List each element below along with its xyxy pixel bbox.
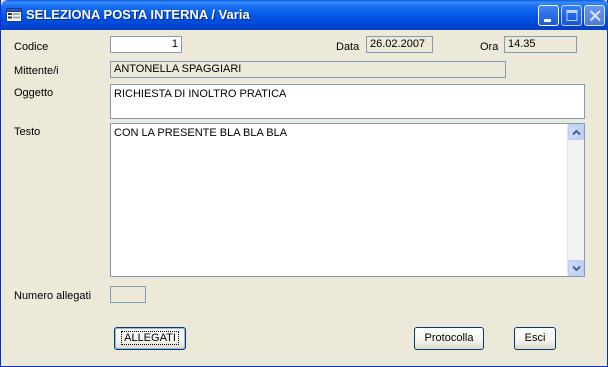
minimize-icon xyxy=(544,19,551,22)
data-field[interactable]: 26.02.2007 xyxy=(366,36,433,53)
allegati-button-label: ALLEGATI xyxy=(121,331,179,345)
dialog-window: SELEZIONA POSTA INTERNA / Varia Codice 1… xyxy=(0,0,608,367)
data-label: Data xyxy=(336,41,360,53)
oggetto-label: Oggetto xyxy=(14,87,54,99)
oggetto-field[interactable]: RICHIESTA DI INOLTRO PRATICA xyxy=(110,84,585,119)
form-area: Codice 1 Data 26.02.2007 Ora 14.35 Mitte… xyxy=(4,30,605,364)
ora-field[interactable]: 14.35 xyxy=(504,36,577,53)
minimize-button[interactable] xyxy=(538,5,559,26)
close-button[interactable] xyxy=(584,5,605,26)
allegati-button[interactable]: ALLEGATI xyxy=(114,327,186,350)
scroll-up-button[interactable] xyxy=(568,124,584,140)
scroll-down-button[interactable] xyxy=(568,260,584,276)
close-icon xyxy=(589,10,601,22)
chevron-up-icon xyxy=(572,129,581,136)
testo-label: Testo xyxy=(14,126,41,138)
mittente-label: Mittente/i xyxy=(14,65,59,77)
esci-button[interactable]: Esci xyxy=(514,327,556,350)
numero-allegati-label: Numero allegati xyxy=(14,290,92,302)
window-title: SELEZIONA POSTA INTERNA / Varia xyxy=(26,7,250,22)
numero-allegati-field[interactable] xyxy=(110,286,146,303)
form-icon xyxy=(6,8,22,22)
codice-label: Codice xyxy=(14,41,49,53)
codice-field[interactable]: 1 xyxy=(110,36,182,53)
testo-scrollbar[interactable] xyxy=(567,124,584,276)
chevron-down-icon xyxy=(572,265,581,272)
testo-field[interactable]: CON LA PRESENTE BLA BLA BLA xyxy=(110,123,585,277)
ora-label: Ora xyxy=(480,41,499,53)
maximize-icon xyxy=(566,10,578,21)
protocolla-button[interactable]: Protocolla xyxy=(414,327,484,350)
maximize-button[interactable] xyxy=(561,5,582,26)
testo-text: CON LA PRESENTE BLA BLA BLA xyxy=(114,127,288,139)
mittente-field[interactable]: ANTONELLA SPAGGIARI xyxy=(110,61,506,78)
title-bar[interactable]: SELEZIONA POSTA INTERNA / Varia xyxy=(1,0,608,30)
